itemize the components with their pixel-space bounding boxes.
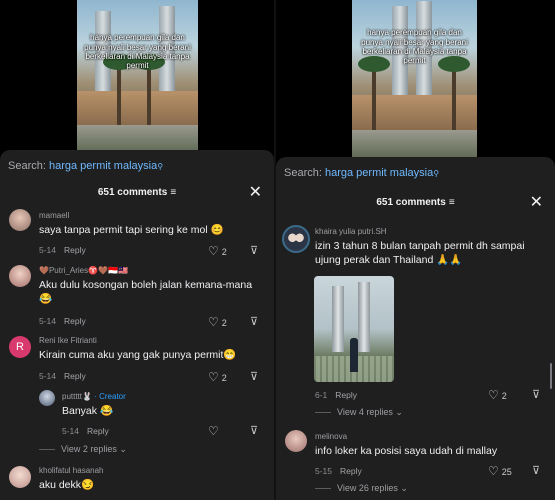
chevron-down-icon: ⌄ [395,407,403,417]
palm-graphic [103,53,135,125]
reply-button[interactable]: Reply [335,390,357,400]
search-icon[interactable]: ⚲ [433,169,439,178]
left-screenshot: hanya perempuan gila dan punya nyali bes… [0,0,274,500]
scrollbar[interactable] [550,363,552,389]
comment-username[interactable]: khaira yulia putri.SH [315,227,387,236]
comment-username[interactable]: melinova [315,432,347,441]
comment-text: info loker ka posisi saya udah di mallay [315,445,498,457]
heart-icon: ♡ [208,315,219,329]
comment-text: aku dekk😏 [39,479,95,491]
dislike-icon[interactable]: ⊽ [532,388,540,401]
comments-sheet: Search: harga permit malaysia⚲ 651 comme… [276,157,555,500]
search-label: Search: [8,160,46,172]
filter-icon[interactable]: ≡ [170,187,176,198]
dislike-icon[interactable]: ⊽ [250,370,258,383]
reply-button[interactable]: Reply [64,371,86,381]
right-screenshot: hanya perempuan gila dan punya nyali bes… [276,0,555,500]
comment-meta: 5-14 Reply [62,426,109,436]
search-bar[interactable]: Search: harga permit malaysia⚲ [8,160,163,172]
comments-count: 651 comments ≡ [97,187,177,198]
reply-button[interactable]: Reply [340,466,362,476]
video-caption: hanya perempuan gila dan punya nyali bes… [84,33,191,70]
dislike-icon[interactable]: ⊽ [532,464,540,477]
comment-meta: 5-14 Reply [39,371,86,381]
comment-text: izin 3 tahun 8 bulan tanpah permit dh sa… [315,240,525,266]
heart-icon: ♡ [208,244,219,258]
mall-graphic [77,91,198,125]
like-button[interactable]: ♡ 25 [488,464,512,478]
chevron-down-icon: ⌄ [119,444,127,454]
search-label: Search: [284,167,322,179]
reply-text: Banyak 😂 [62,405,114,417]
close-icon[interactable]: ✕ [530,195,543,211]
avatar[interactable] [282,225,310,253]
comment-meta: 5-14 Reply [39,245,86,255]
like-button[interactable]: ♡ 2 [208,370,227,384]
heart-icon: ♡ [488,388,499,402]
filter-icon[interactable]: ≡ [449,197,455,208]
comment-meta: 6-1 Reply [315,390,358,400]
reply-button[interactable]: Reply [64,316,86,326]
comment-meta: 5-15 Reply [315,466,362,476]
mall-graphic [352,94,477,130]
plaza-graphic [352,129,477,158]
video-caption: hanya perempuan gila dan punya nyali bes… [361,28,468,65]
comments-sheet: Search: harga permit malaysia⚲ 651 comme… [0,150,274,500]
comment-text: Aku dulu kosongan boleh jalan kemana-man… [39,279,253,305]
palm-graphic [358,56,390,130]
dislike-icon[interactable]: ⊽ [250,424,258,437]
reply-username[interactable]: puttttt🐰 · Creator [62,392,126,401]
comment-meta: 5-14 Reply [39,316,86,326]
chevron-down-icon: ⌄ [400,483,408,493]
dislike-icon[interactable]: ⊽ [250,315,258,328]
palm-graphic [133,53,165,125]
reply-button[interactable]: Reply [64,245,86,255]
close-icon[interactable]: ✕ [249,185,262,201]
comments-count: 651 comments ≡ [376,197,455,208]
comment-username[interactable]: mamaell [39,211,69,220]
palm-graphic [438,56,470,130]
search-icon[interactable]: ⚲ [157,162,163,171]
video-preview[interactable]: hanya perempuan gila dan punya nyali bes… [352,0,477,158]
comment-username[interactable]: kholifatul hasanah [39,466,104,475]
creator-badge: · Creator [94,392,126,401]
avatar[interactable] [39,390,55,406]
like-button[interactable]: ♡ 2 [208,244,227,258]
comment-username[interactable]: Reni Ike Fitrianti [39,336,97,345]
view-replies-button[interactable]: View 2 replies ⌄ [39,444,127,455]
heart-icon: ♡ [488,464,499,478]
like-button[interactable]: ♡ 2 [208,315,227,329]
comment-username[interactable]: 🤎Putri_Aries♈🤎🇮🇩🇲🇾 [39,266,128,275]
plaza-graphic [77,124,198,152]
view-replies-button[interactable]: View 4 replies ⌄ [315,407,403,418]
avatar[interactable] [9,209,31,231]
avatar[interactable]: R [9,336,31,358]
avatar[interactable] [9,265,31,287]
heart-icon: ♡ [208,424,219,438]
search-bar[interactable]: Search: harga permit malaysia⚲ [284,167,439,179]
like-button[interactable]: ♡ 2 [488,388,507,402]
comment-text: saya tanpa permit tapi sering ke mol 😊 [39,224,224,236]
like-button[interactable]: ♡ [208,424,222,438]
heart-icon: ♡ [208,370,219,384]
avatar[interactable] [9,466,31,488]
dislike-icon[interactable]: ⊽ [250,244,258,257]
avatar[interactable] [285,430,307,452]
search-query[interactable]: harga permit malaysia [49,160,157,172]
comment-photo[interactable] [314,276,394,382]
comment-text: Kirain cuma aku yang gak punya permit😁 [39,349,237,361]
view-replies-button[interactable]: View 26 replies ⌄ [315,483,408,494]
reply-button[interactable]: Reply [87,426,109,436]
search-query[interactable]: harga permit malaysia [325,167,433,179]
video-preview[interactable]: hanya perempuan gila dan punya nyali bes… [77,0,198,152]
